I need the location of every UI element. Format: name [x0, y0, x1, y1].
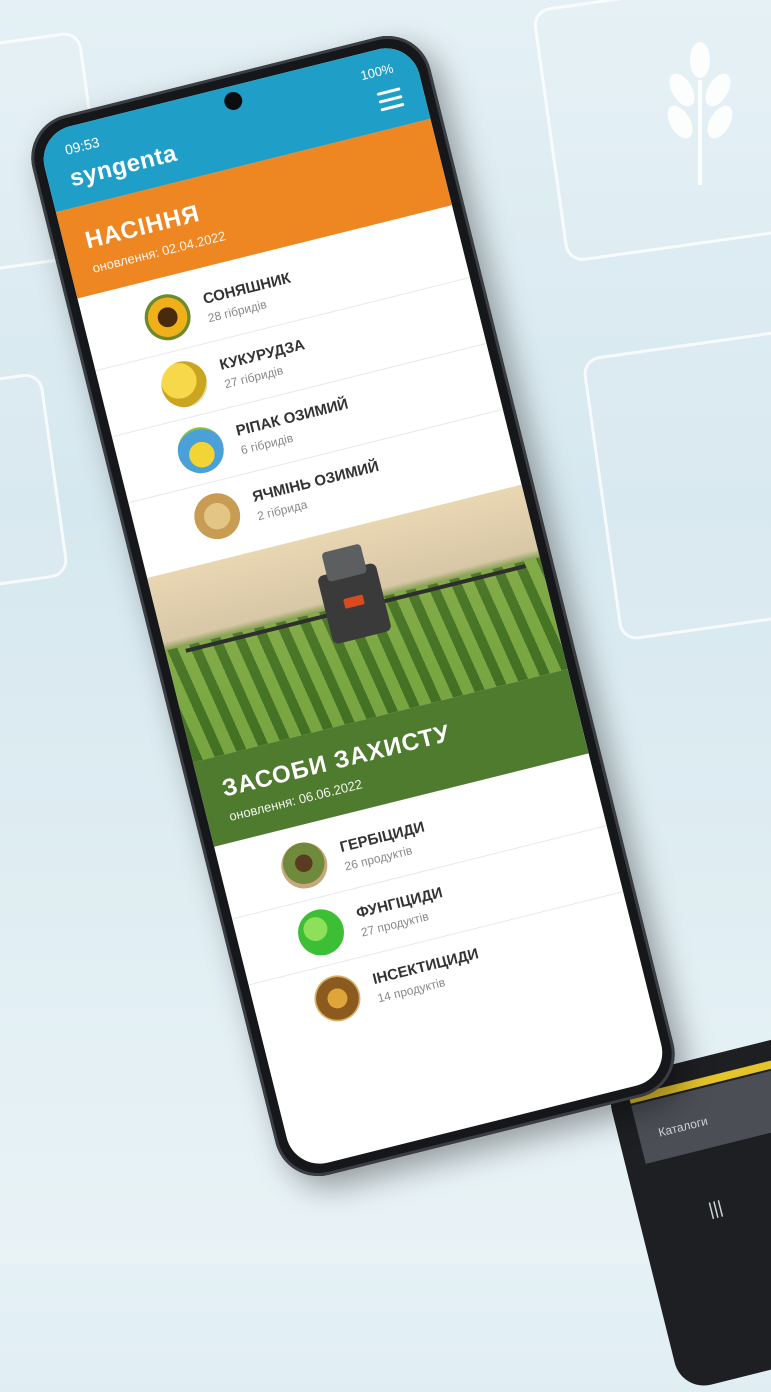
corn-icon — [156, 355, 213, 412]
insecticide-icon — [309, 970, 366, 1026]
status-indicators: 100% — [358, 60, 395, 84]
barley-icon — [189, 487, 245, 544]
background-card — [581, 324, 771, 642]
rapeseed-icon — [172, 421, 229, 478]
fungicide-icon — [293, 904, 349, 960]
wheat-icon — [667, 42, 733, 185]
hamburger-icon[interactable] — [376, 87, 405, 112]
nav-recent-icon: ||| — [706, 1196, 725, 1220]
herbicide-icon — [276, 837, 333, 894]
tab-catalogs-label: Каталоги — [656, 1113, 710, 1140]
camera-hole — [222, 90, 245, 112]
status-time: 09:53 — [63, 133, 102, 158]
background-card — [0, 371, 70, 595]
sunflower-icon — [139, 289, 196, 346]
